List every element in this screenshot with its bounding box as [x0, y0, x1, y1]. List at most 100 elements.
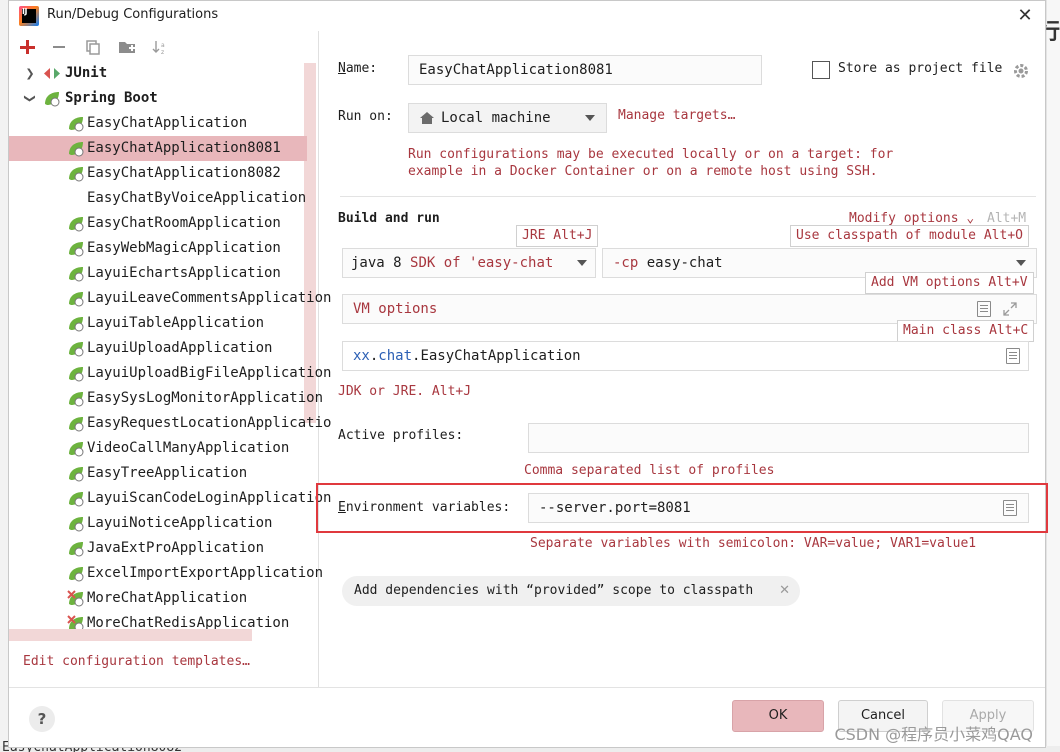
- watermark: CSDN @程序员小菜鸡QAQ: [834, 725, 1033, 744]
- tree-item[interactable]: ExcelImportExportApplication: [9, 561, 323, 586]
- main-class-package-1: xx: [353, 348, 370, 364]
- close-icon[interactable]: ✕: [779, 576, 790, 606]
- tree-item-label: EasySysLogMonitorApplication: [87, 390, 324, 406]
- tree-item[interactable]: EasyChatByVoiceApplication: [9, 186, 307, 211]
- tree-group-junit[interactable]: ❯ JUnit: [9, 61, 307, 86]
- chevron-right-icon[interactable]: ❯: [23, 61, 37, 86]
- store-as-project-file-checkbox[interactable]: [812, 61, 830, 79]
- section-separator: [340, 196, 1036, 197]
- help-button[interactable]: ?: [29, 706, 55, 732]
- chevron-down-icon: [585, 115, 595, 121]
- app-icon-letters: IJ: [22, 7, 27, 16]
- edit-configuration-templates-link[interactable]: Edit configuration templates…: [23, 654, 250, 669]
- main-class-tooltip: Main class Alt+C: [897, 320, 1035, 342]
- tree-item[interactable]: EasyChatApplication8082: [9, 161, 307, 186]
- document-icon[interactable]: [1006, 348, 1020, 364]
- spring-boot-icon: [69, 167, 84, 182]
- tree-item[interactable]: EasyChatApplication: [9, 111, 307, 136]
- chevron-down-icon: [1016, 260, 1026, 266]
- main-class-name: EasyChatApplication: [420, 348, 581, 364]
- tree-item-label: EasyChatByVoiceApplication: [87, 190, 307, 206]
- modify-options-link[interactable]: Modify options ⌄: [849, 211, 974, 226]
- gear-icon[interactable]: [1012, 62, 1030, 80]
- tree-item-label: EasyRequestLocationApplicatio: [87, 415, 332, 431]
- run-on-label: Run on:: [338, 109, 393, 124]
- spring-boot-icon: [69, 417, 84, 432]
- tree-item-label: EasyChatApplication8082: [87, 165, 281, 181]
- run-debug-dialog: IJ Run/Debug Configurations ✕ az ❯ JUnit…: [8, 0, 1046, 748]
- tree-item[interactable]: EasyRequestLocationApplicatio: [9, 411, 331, 436]
- tree-item[interactable]: EasyWebMagicApplication: [9, 236, 307, 261]
- tree-item-label: MoreChatApplication: [87, 590, 248, 606]
- close-icon[interactable]: ✕: [1013, 4, 1037, 28]
- tree-item[interactable]: EasyTreeApplication: [9, 461, 307, 486]
- run-on-hint-line-1: Run configurations may be executed local…: [408, 147, 894, 162]
- name-label-text: ame:: [345, 61, 378, 76]
- sort-icon[interactable]: az: [149, 35, 173, 59]
- spring-boot-icon: [69, 292, 84, 307]
- main-class-package-2: chat: [378, 348, 413, 364]
- name-input[interactable]: EasyChatApplication8081: [408, 55, 762, 85]
- junit-icon: [44, 68, 60, 79]
- tree-item-label: LayuiTableApplication: [87, 315, 265, 331]
- active-profiles-input[interactable]: [528, 423, 1029, 453]
- dialog-button-bar: ? OK Cancel Apply CSDN @程序员小菜鸡QAQ: [9, 687, 1045, 747]
- run-on-value: Local machine: [441, 110, 551, 126]
- modify-options-shortcut: Alt+M: [987, 211, 1027, 226]
- cp-module: easy-chat: [646, 255, 723, 271]
- tree-item[interactable]: EasyChatRoomApplication: [9, 211, 307, 236]
- folder-icon[interactable]: [115, 35, 139, 59]
- chevron-down-icon: [577, 260, 587, 266]
- jre-select[interactable]: java 8 SDK of 'easy-chat: [342, 248, 596, 278]
- tree-item[interactable]: JavaExtProApplication: [9, 536, 307, 561]
- tree-item[interactable]: LayuiScanCodeLoginApplication: [9, 486, 331, 511]
- background-left-strip: [0, 0, 8, 752]
- provided-scope-chip-label: Add dependencies with “provided” scope t…: [354, 583, 754, 598]
- tree-item[interactable]: LayuiUploadApplication: [9, 336, 307, 361]
- add-icon[interactable]: [15, 35, 39, 59]
- provided-scope-chip[interactable]: Add dependencies with “provided” scope t…: [342, 576, 800, 606]
- expand-icon[interactable]: [1003, 302, 1017, 316]
- tree-item[interactable]: MoreChatApplication: [9, 586, 307, 611]
- tree-item[interactable]: VideoCallManyApplication: [9, 436, 307, 461]
- tree-item[interactable]: EasyChatApplication8081: [9, 136, 307, 161]
- configurations-toolbar: az: [9, 35, 309, 59]
- main-class-input[interactable]: xx.chat.EasyChatApplication: [342, 341, 1029, 371]
- ok-button[interactable]: OK: [732, 700, 824, 732]
- configuration-form: Name: EasyChatApplication8081 Store as p…: [320, 31, 1046, 687]
- tree-group-label: JUnit: [65, 65, 108, 81]
- tree-item[interactable]: LayuiNoticeApplication: [9, 511, 307, 536]
- chevron-down-icon[interactable]: ❯: [18, 92, 43, 106]
- document-icon[interactable]: [977, 301, 991, 317]
- profiles-hint: Comma separated list of profiles: [524, 463, 775, 478]
- spring-boot-icon: [69, 217, 84, 232]
- tree-horizontal-scrollbar[interactable]: [9, 629, 252, 641]
- tree-group-spring-boot[interactable]: ❯ Spring Boot: [9, 86, 307, 111]
- tree-item[interactable]: LayuiEchartsApplication: [9, 261, 307, 286]
- store-as-project-file-label: Store as project file: [838, 61, 1003, 76]
- jre-version: java 8: [351, 255, 402, 271]
- manage-targets-link[interactable]: Manage targets…: [618, 108, 735, 123]
- copy-icon[interactable]: [81, 35, 105, 59]
- tree-item[interactable]: LayuiTableApplication: [9, 311, 307, 336]
- tree-item-label: EasyChatApplication: [87, 115, 248, 131]
- spring-boot-icon: [69, 442, 84, 457]
- home-icon: [420, 112, 434, 124]
- chevron-down-icon: ⌄: [958, 211, 975, 226]
- spring-boot-error-icon: [67, 590, 84, 607]
- modify-options-label: Modify options: [849, 211, 959, 226]
- run-on-select[interactable]: Local machine: [408, 103, 607, 133]
- active-profiles-label: Active profiles:: [338, 428, 464, 443]
- vm-options-placeholder: VM options: [353, 301, 438, 317]
- tree-item[interactable]: EasySysLogMonitorApplication: [9, 386, 323, 411]
- remove-icon[interactable]: [47, 35, 71, 59]
- tree-item[interactable]: LayuiUploadBigFileApplication: [9, 361, 331, 386]
- env-hint: Separate variables with semicolon: VAR=v…: [530, 536, 977, 551]
- tree-item[interactable]: LayuiLeaveCommentsApplication: [9, 286, 331, 311]
- background-right-strip: [1046, 0, 1060, 752]
- jdk-hint: JDK or JRE. Alt+J: [338, 384, 472, 399]
- spring-boot-icon: [69, 317, 84, 332]
- tree-item-label: JavaExtProApplication: [87, 540, 265, 556]
- tree-item-label: EasyChatRoomApplication: [87, 215, 281, 231]
- jre-sdk-name: SDK of 'easy-chat: [410, 255, 554, 271]
